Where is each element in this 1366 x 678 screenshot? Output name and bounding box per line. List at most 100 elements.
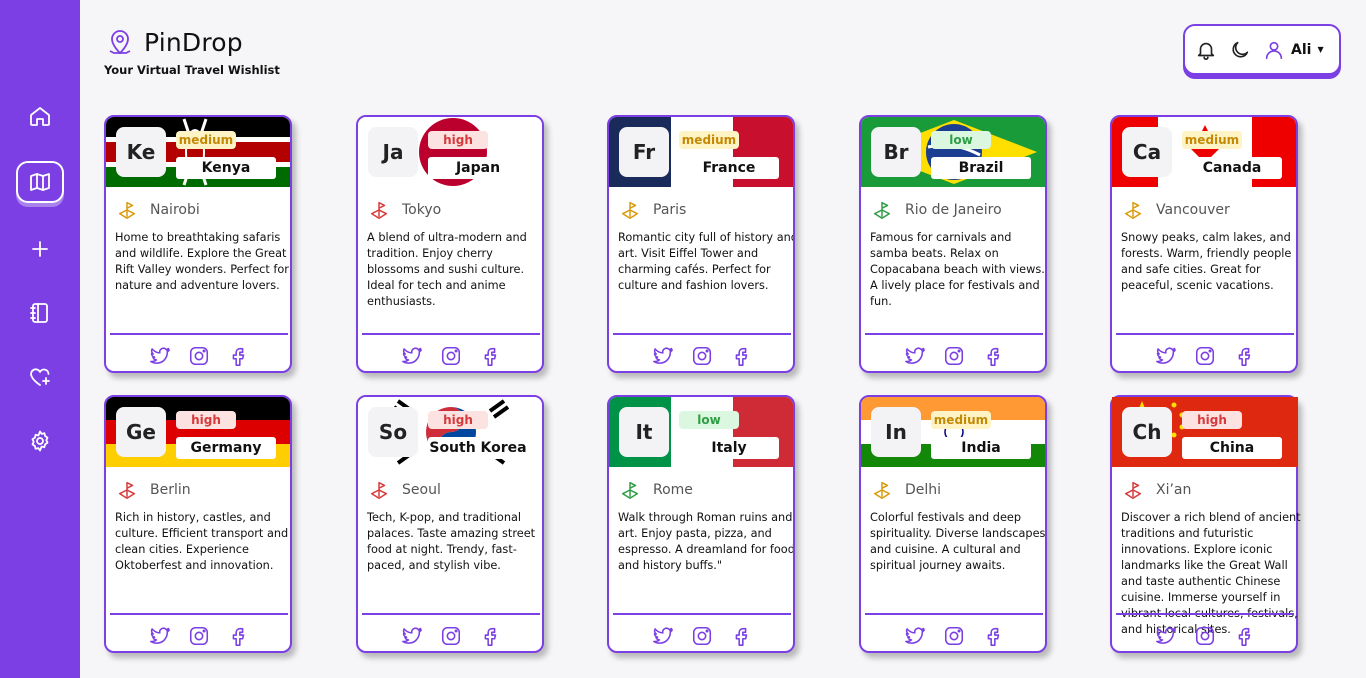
sidebar-item-map[interactable] — [16, 161, 64, 203]
twitter-icon[interactable] — [652, 345, 674, 367]
card-description: Snowy peaks, calm lakes, and forests. Wa… — [1121, 231, 1292, 292]
facebook-icon[interactable] — [982, 625, 1004, 647]
city-name: Rome — [653, 482, 693, 498]
divider — [865, 613, 1043, 615]
instagram-icon[interactable] — [691, 625, 713, 647]
social-links — [609, 345, 793, 367]
destination-card[interactable]: In medium India Delhi Colorful festivals and… — [859, 395, 1047, 653]
twitter-icon[interactable] — [401, 625, 423, 647]
city-name: Delhi — [905, 482, 942, 498]
sidebar-item-favorites[interactable] — [16, 356, 64, 398]
destination-card[interactable]: Ja high Japan Tokyo A blend of ultra-modern … — [356, 115, 544, 373]
twitter-icon[interactable] — [904, 345, 926, 367]
map-icon — [30, 173, 50, 191]
user-name: Ali — [1291, 41, 1312, 58]
social-links — [1112, 625, 1298, 647]
country-name: Italy — [679, 437, 779, 459]
instagram-icon[interactable] — [188, 625, 210, 647]
twitter-icon[interactable] — [1155, 625, 1177, 647]
city-name: Nairobi — [150, 202, 200, 218]
instagram-icon[interactable] — [943, 345, 965, 367]
priority-badge: high — [428, 131, 488, 149]
card-description: Walk through Roman ruins and art. Enjoy … — [618, 511, 795, 572]
country-name: Japan — [428, 157, 528, 179]
divider — [613, 613, 791, 615]
city-row: Vancouver — [1122, 199, 1230, 221]
city-row: Paris — [619, 199, 686, 221]
facebook-icon[interactable] — [227, 345, 249, 367]
facebook-icon[interactable] — [479, 345, 501, 367]
facebook-icon[interactable] — [479, 625, 501, 647]
bell-icon[interactable] — [1195, 39, 1217, 61]
flag-pin-icon — [1124, 481, 1142, 499]
facebook-icon[interactable] — [227, 625, 249, 647]
flag-pin-icon — [1124, 201, 1142, 219]
flag-pin-icon — [118, 481, 136, 499]
destination-card[interactable]: Ge high Germany Berlin Rich in history, cast… — [104, 395, 292, 653]
sidebar-item-home[interactable] — [16, 95, 64, 137]
divider — [362, 333, 540, 335]
divider — [1116, 613, 1294, 615]
facebook-icon[interactable] — [730, 345, 752, 367]
user-menu[interactable]: Ali ▼ — [1263, 39, 1324, 61]
sidebar-item-add[interactable] — [16, 228, 64, 270]
plus-icon — [32, 241, 48, 257]
instagram-icon[interactable] — [188, 345, 210, 367]
city-row: Rome — [619, 479, 693, 501]
instagram-icon[interactable] — [691, 345, 713, 367]
destination-card[interactable]: Fr medium France Paris Romantic city full of… — [607, 115, 795, 373]
facebook-icon[interactable] — [982, 345, 1004, 367]
country-abbr: Br — [871, 127, 921, 177]
instagram-icon[interactable] — [1194, 345, 1216, 367]
destination-card[interactable]: So high South Korea Seoul Tech, K-pop, and t… — [356, 395, 544, 653]
priority-badge: medium — [679, 131, 739, 149]
country-name: Canada — [1182, 157, 1282, 179]
flag-pin-icon — [873, 481, 891, 499]
map-pin-icon — [109, 30, 131, 55]
destination-card[interactable]: It low Italy Rome Walk through Roman ruins a… — [607, 395, 795, 653]
twitter-icon[interactable] — [1155, 345, 1177, 367]
facebook-icon[interactable] — [1233, 345, 1255, 367]
destination-card[interactable]: Ch high China Xi’an Discover a rich blend of… — [1110, 395, 1301, 653]
city-name: Seoul — [402, 482, 441, 498]
country-name: France — [679, 157, 779, 179]
flag-pin-icon — [370, 201, 388, 219]
flag-pin-icon — [118, 201, 136, 219]
twitter-icon[interactable] — [652, 625, 674, 647]
priority-badge: medium — [176, 131, 236, 149]
facebook-icon[interactable] — [1233, 625, 1255, 647]
sidebar-item-notebook[interactable] — [16, 292, 64, 334]
instagram-icon[interactable] — [440, 345, 462, 367]
country-abbr: Ja — [368, 127, 418, 177]
divider — [613, 333, 791, 335]
twitter-icon[interactable] — [401, 345, 423, 367]
destination-card[interactable]: Ca medium Canada Vancouver Snowy peaks, calm… — [1110, 115, 1298, 373]
instagram-icon[interactable] — [1194, 625, 1216, 647]
social-links — [861, 345, 1045, 367]
brand: PinDrop Your Virtual Travel Wishlist — [104, 26, 280, 78]
flag-pin-icon — [370, 481, 388, 499]
country-abbr: In — [871, 407, 921, 457]
country-name: Kenya — [176, 157, 276, 179]
priority-badge: low — [679, 411, 739, 429]
twitter-icon[interactable] — [149, 345, 171, 367]
priority-badge: high — [176, 411, 236, 429]
moon-icon[interactable] — [1229, 39, 1251, 61]
twitter-icon[interactable] — [149, 625, 171, 647]
country-abbr: Ca — [1122, 127, 1172, 177]
sidebar-item-settings[interactable] — [16, 420, 64, 462]
social-links — [106, 345, 290, 367]
country-name: Germany — [176, 437, 276, 459]
instagram-icon[interactable] — [440, 625, 462, 647]
card-description: Famous for carnivals and samba beats. Re… — [870, 231, 1045, 308]
city-row: Nairobi — [116, 199, 200, 221]
flag-pin-icon — [621, 481, 639, 499]
card-description: Discover a rich blend of ancient traditi… — [1121, 511, 1301, 636]
destination-card[interactable]: Br low Brazil Rio de Janeiro Famous for carn… — [859, 115, 1047, 373]
facebook-icon[interactable] — [730, 625, 752, 647]
destination-card[interactable]: Ke medium Kenya Nairobi Home to breathtaking… — [104, 115, 292, 373]
instagram-icon[interactable] — [943, 625, 965, 647]
twitter-icon[interactable] — [904, 625, 926, 647]
user-icon — [1265, 41, 1283, 59]
social-links — [106, 625, 290, 647]
